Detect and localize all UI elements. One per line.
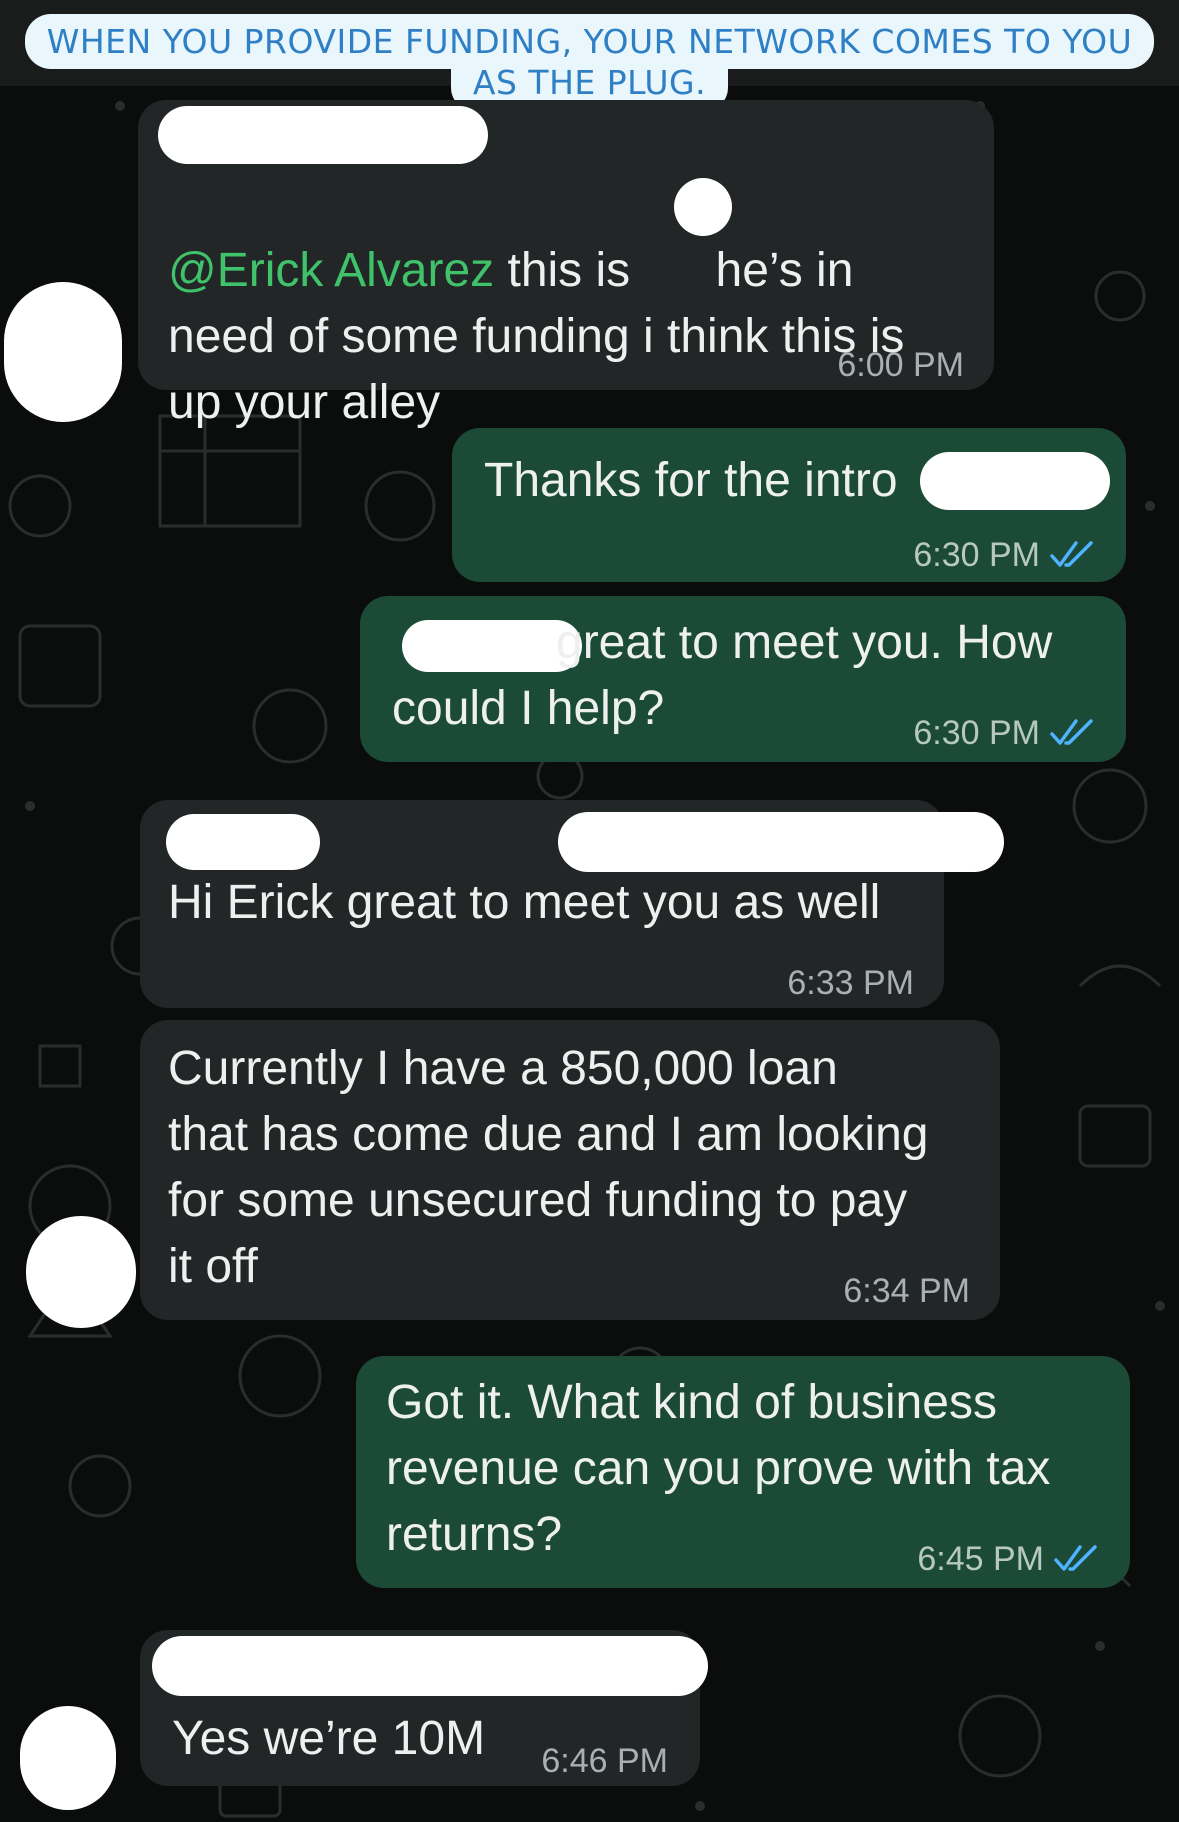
redacted-avatar xyxy=(4,282,122,422)
caption-line-1: WHEN YOU PROVIDE FUNDING, YOUR NETWORK C… xyxy=(24,14,1155,69)
redacted-avatar xyxy=(26,1216,136,1328)
message-bubble-outgoing[interactable]: Thanks for the intro 6:30 PM xyxy=(452,428,1126,582)
read-receipt-icon xyxy=(1050,719,1093,745)
redacted-name xyxy=(402,620,582,672)
message-text: Thanks for the intro xyxy=(484,454,898,507)
message-bubble-incoming[interactable]: Yes we’re 10M 6:46 PM xyxy=(140,1630,708,1786)
message-timestamp: 6:30 PM xyxy=(913,700,1096,766)
message-text: Hi Erick great to meet you as well xyxy=(168,876,881,929)
message-bubble-incoming[interactable]: @Erick Alvarez this is he’s in need of s… xyxy=(138,100,994,429)
message-timestamp: 6:00 PM xyxy=(837,346,964,384)
message-text: Yes we’re 10M xyxy=(172,1712,486,1765)
read-receipt-icon xyxy=(1054,1545,1097,1571)
mention-link[interactable]: @Erick Alvarez xyxy=(168,244,494,297)
redacted-sender-name xyxy=(158,106,488,164)
message-timestamp: 6:46 PM xyxy=(541,1742,668,1780)
redacted-name xyxy=(920,452,1110,510)
message-bubble-outgoing[interactable]: great to meet you. How could I help? 6:3… xyxy=(360,596,1126,762)
redacted-sender-phone xyxy=(558,812,1004,872)
redacted-avatar xyxy=(20,1706,116,1810)
redacted-name xyxy=(674,178,732,236)
caption-banner: WHEN YOU PROVIDE FUNDING, YOUR NETWORK C… xyxy=(0,14,1179,110)
redacted-sender-name xyxy=(166,814,320,870)
message-text: could I help? xyxy=(392,682,665,735)
read-receipt-icon xyxy=(1050,541,1093,567)
message-bubble-incoming[interactable]: Currently I have a 850,000 loan that has… xyxy=(140,1020,1000,1320)
redacted-sender-name xyxy=(152,1636,708,1696)
message-timestamp: 6:45 PM xyxy=(917,1526,1100,1592)
message-timestamp: 6:30 PM xyxy=(913,522,1096,588)
message-bubble-outgoing[interactable]: Got it. What kind of business revenue ca… xyxy=(356,1356,1130,1588)
message-timestamp: 6:34 PM xyxy=(843,1272,970,1310)
message-text: great to meet you. How xyxy=(556,616,1053,669)
message-timestamp: 6:33 PM xyxy=(787,964,914,1002)
message-text: Currently I have a 850,000 loan that has… xyxy=(168,1042,929,1293)
